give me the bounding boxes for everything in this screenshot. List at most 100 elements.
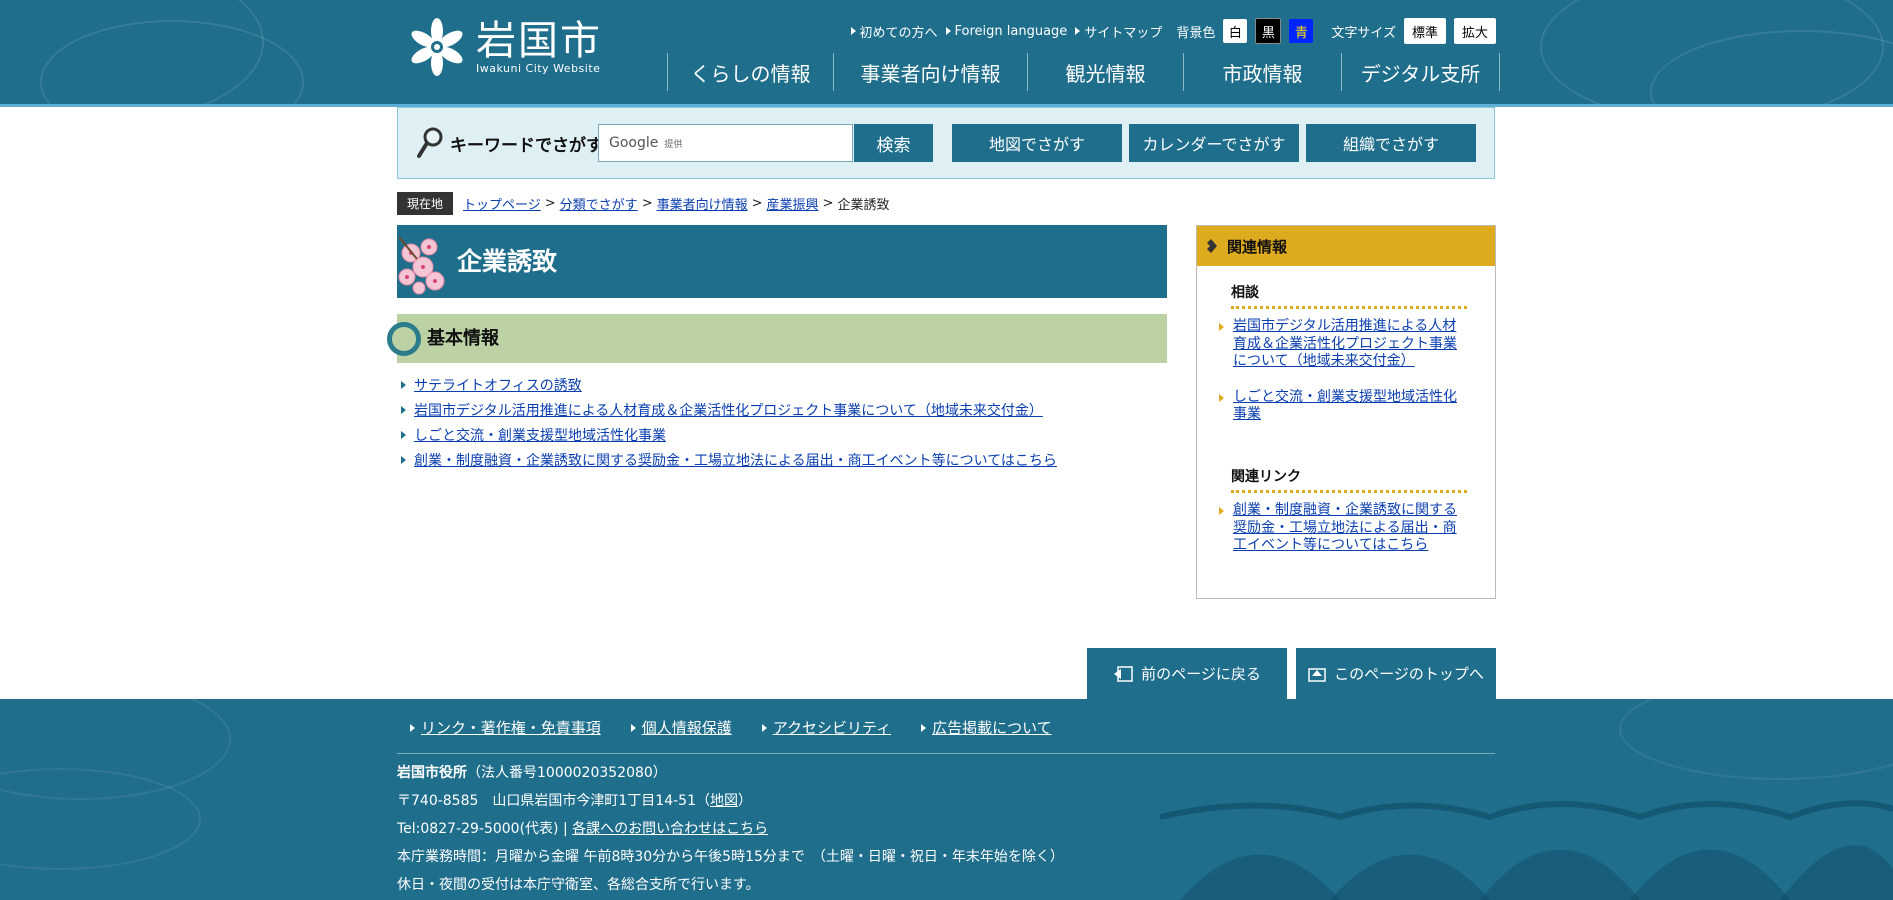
- utility-bar: 初めての方へ Foreign language サイトマップ 背景色 白 黒 青…: [850, 18, 1496, 44]
- page-top-button[interactable]: このページのトップへ: [1296, 648, 1496, 699]
- related-info-panel: 関連情報 相談 岩国市デジタル活用推進による人材育成＆企業活性化プロジェクト事業…: [1196, 225, 1496, 599]
- magnifier-icon: [417, 127, 443, 158]
- footer-links: リンク・著作権・免責事項 個人情報保護 アクセシビリティ 広告掲載について: [410, 717, 1052, 738]
- side-job-exchange-link[interactable]: しごと交流・創業支援型地域活性化事業: [1233, 389, 1459, 424]
- breadcrumb-separator: >: [822, 196, 834, 211]
- ring-icon: [387, 322, 421, 356]
- city-emblem-icon: [411, 18, 463, 76]
- logo-subtitle: Iwakuni City Website: [476, 61, 601, 75]
- tel-line: Tel:0827-29-5000(代表) | 各課へのお問い合わせはこちら: [397, 821, 769, 837]
- side-incentives-link[interactable]: 創業・制度融資・企業誘致に関する奨励金・工場立地法による届出・商工イベント等につ…: [1233, 502, 1459, 555]
- search-provided-label: 提供: [664, 139, 683, 150]
- map-search-button[interactable]: 地図でさがす: [952, 124, 1122, 162]
- holiday-line: 休日・夜間の受付は本庁守衛室、各総合支所で行います。: [397, 877, 760, 893]
- office-name: 岩国市役所: [397, 765, 467, 781]
- footer-ads-link[interactable]: 広告掲載について: [921, 717, 1052, 738]
- arrow-right-icon: [761, 723, 767, 732]
- nav-digital-branch[interactable]: デジタル支所: [1341, 53, 1500, 91]
- footer-privacy-link[interactable]: 個人情報保護: [630, 717, 732, 738]
- site-header: 岩国市 Iwakuni City Website 初めての方へ Foreign …: [0, 0, 1893, 107]
- footer-accessibility-link[interactable]: アクセシビリティ: [761, 717, 891, 738]
- nav-living[interactable]: くらしの情報: [667, 53, 833, 91]
- breadcrumb-separator: >: [544, 196, 556, 211]
- breadcrumb-separator: >: [751, 196, 763, 211]
- calendar-search-button[interactable]: カレンダーでさがす: [1129, 124, 1299, 162]
- font-large-button[interactable]: 拡大: [1453, 18, 1496, 44]
- footer-copyright-link[interactable]: リンク・著作権・免責事項: [410, 717, 601, 738]
- arrow-right-icon: [1219, 507, 1224, 515]
- arrow-right-icon: [410, 723, 415, 732]
- global-nav: くらしの情報 事業者向け情報 観光情報 市政情報 デジタル支所: [667, 53, 1500, 91]
- page-title: 企業誘致: [457, 247, 558, 276]
- arrow-right-icon: [850, 27, 856, 35]
- nav-business[interactable]: 事業者向け情報: [833, 53, 1027, 91]
- search-button[interactable]: 検索: [854, 124, 933, 162]
- foreign-language-link[interactable]: Foreign language: [945, 24, 1067, 39]
- footer-contact-info: 岩国市役所（法人番号1000020352080） 〒740-8585 山口県岩国…: [397, 759, 1064, 899]
- cherry-blossom-icon: [398, 236, 445, 295]
- office-line: 岩国市役所（法人番号1000020352080）: [397, 759, 1064, 787]
- organization-search-button[interactable]: 組織でさがす: [1306, 124, 1476, 162]
- list-item: 創業・制度融資・企業誘致に関する奨励金・工場立地法による届出・商工イベント等につ…: [401, 447, 1057, 472]
- breadcrumb-current: 企業誘致: [837, 198, 890, 213]
- digital-project-link[interactable]: 岩国市デジタル活用推進による人材育成＆企業活性化プロジェクト事業について（地域未…: [414, 400, 1043, 420]
- bg-blue-button[interactable]: 青: [1289, 19, 1314, 43]
- diamond-arrow-icon: [1207, 239, 1217, 253]
- consult-title: 相談: [1231, 282, 1467, 309]
- arrow-right-icon: [401, 455, 406, 464]
- related-links-title: 関連リンク: [1231, 466, 1467, 493]
- list-item: 岩国市デジタル活用推進による人材育成＆企業活性化プロジェクト事業について（地域未…: [1219, 318, 1459, 371]
- arrow-right-icon: [630, 723, 636, 732]
- satellite-office-link[interactable]: サテライトオフィスの誘致: [414, 375, 582, 395]
- incentives-link[interactable]: 創業・制度融資・企業誘致に関する奨励金・工場立地法による届出・商工イベント等につ…: [414, 450, 1057, 470]
- arrow-right-icon: [1219, 323, 1224, 331]
- sitemap-link[interactable]: サイトマップ: [1075, 22, 1162, 41]
- keyword-search-label: キーワードでさがす: [416, 126, 603, 160]
- nav-city-admin[interactable]: 市政情報: [1183, 53, 1341, 91]
- site-logo[interactable]: 岩国市 Iwakuni City Website: [406, 16, 616, 78]
- back-arrow-icon: [1114, 665, 1133, 682]
- arrow-right-icon: [401, 430, 406, 439]
- related-links-list: 創業・制度融資・企業誘致に関する奨励金・工場立地法による届出・商工イベント等につ…: [1219, 502, 1459, 573]
- map-link[interactable]: 地図: [710, 793, 738, 809]
- first-visit-link[interactable]: 初めての方へ: [850, 22, 938, 41]
- job-exchange-link[interactable]: しごと交流・創業支援型地域活性化事業: [414, 425, 666, 445]
- list-item: サテライトオフィスの誘致: [401, 372, 1057, 397]
- breadcrumb-industry[interactable]: 産業振興: [767, 194, 819, 213]
- breadcrumb-separator: >: [641, 196, 653, 211]
- bg-black-button[interactable]: 黒: [1255, 18, 1282, 44]
- bg-white-button[interactable]: 白: [1223, 19, 1248, 43]
- site-footer: リンク・著作権・免責事項 個人情報保護 アクセシビリティ 広告掲載について 岩国…: [0, 699, 1893, 900]
- arrow-right-icon: [401, 380, 406, 389]
- list-item: しごと交流・創業支援型地域活性化事業: [1219, 389, 1459, 424]
- search-input[interactable]: Google 提供: [598, 124, 853, 162]
- nav-tourism[interactable]: 観光情報: [1027, 53, 1183, 91]
- up-arrow-icon: [1308, 667, 1326, 682]
- arrow-right-icon: [1075, 27, 1081, 35]
- search-placeholder: Google: [609, 135, 659, 151]
- breadcrumb: 現在地 トップページ > 分類でさがす > 事業者向け情報 > 産業振興 > 企…: [397, 192, 889, 215]
- related-info-heading: 関連情報: [1197, 226, 1495, 266]
- breadcrumb-business[interactable]: 事業者向け情報: [657, 194, 748, 213]
- font-standard-button[interactable]: 標準: [1403, 18, 1446, 44]
- consult-list: 岩国市デジタル活用推進による人材育成＆企業活性化プロジェクト事業について（地域未…: [1219, 318, 1459, 442]
- breadcrumb-top[interactable]: トップページ: [463, 194, 541, 213]
- breadcrumb-category[interactable]: 分類でさがす: [560, 194, 638, 213]
- contact-link[interactable]: 各課へのお問い合わせはこちら: [572, 821, 768, 837]
- address-line: 〒740-8585 山口県岩国市今津町1丁目14-51（地図）: [397, 793, 752, 809]
- breadcrumb-here-label: 現在地: [397, 192, 454, 215]
- section-title: 基本情報: [427, 328, 499, 349]
- list-item: 岩国市デジタル活用推進による人材育成＆企業活性化プロジェクト事業について（地域未…: [401, 397, 1057, 422]
- logo-title: 岩国市: [476, 17, 602, 64]
- page-title-bar: 企業誘致: [397, 225, 1167, 298]
- search-bar: キーワードでさがす Google 提供 検索 地図でさがす カレンダーでさがす …: [397, 107, 1495, 179]
- side-digital-project-link[interactable]: 岩国市デジタル活用推進による人材育成＆企業活性化プロジェクト事業について（地域未…: [1233, 318, 1459, 371]
- list-item: しごと交流・創業支援型地域活性化事業: [401, 422, 1057, 447]
- hours-line: 本庁業務時間：月曜から金曜 午前8時30分から午後5時15分まで （土曜・日曜・…: [397, 849, 1064, 865]
- section-header: 基本情報: [387, 314, 1167, 363]
- arrow-right-icon: [921, 723, 927, 732]
- back-button[interactable]: 前のページに戻る: [1087, 648, 1287, 699]
- footer-divider: [397, 753, 1495, 754]
- font-size-label: 文字サイズ: [1331, 25, 1396, 41]
- arrow-right-icon: [945, 27, 951, 35]
